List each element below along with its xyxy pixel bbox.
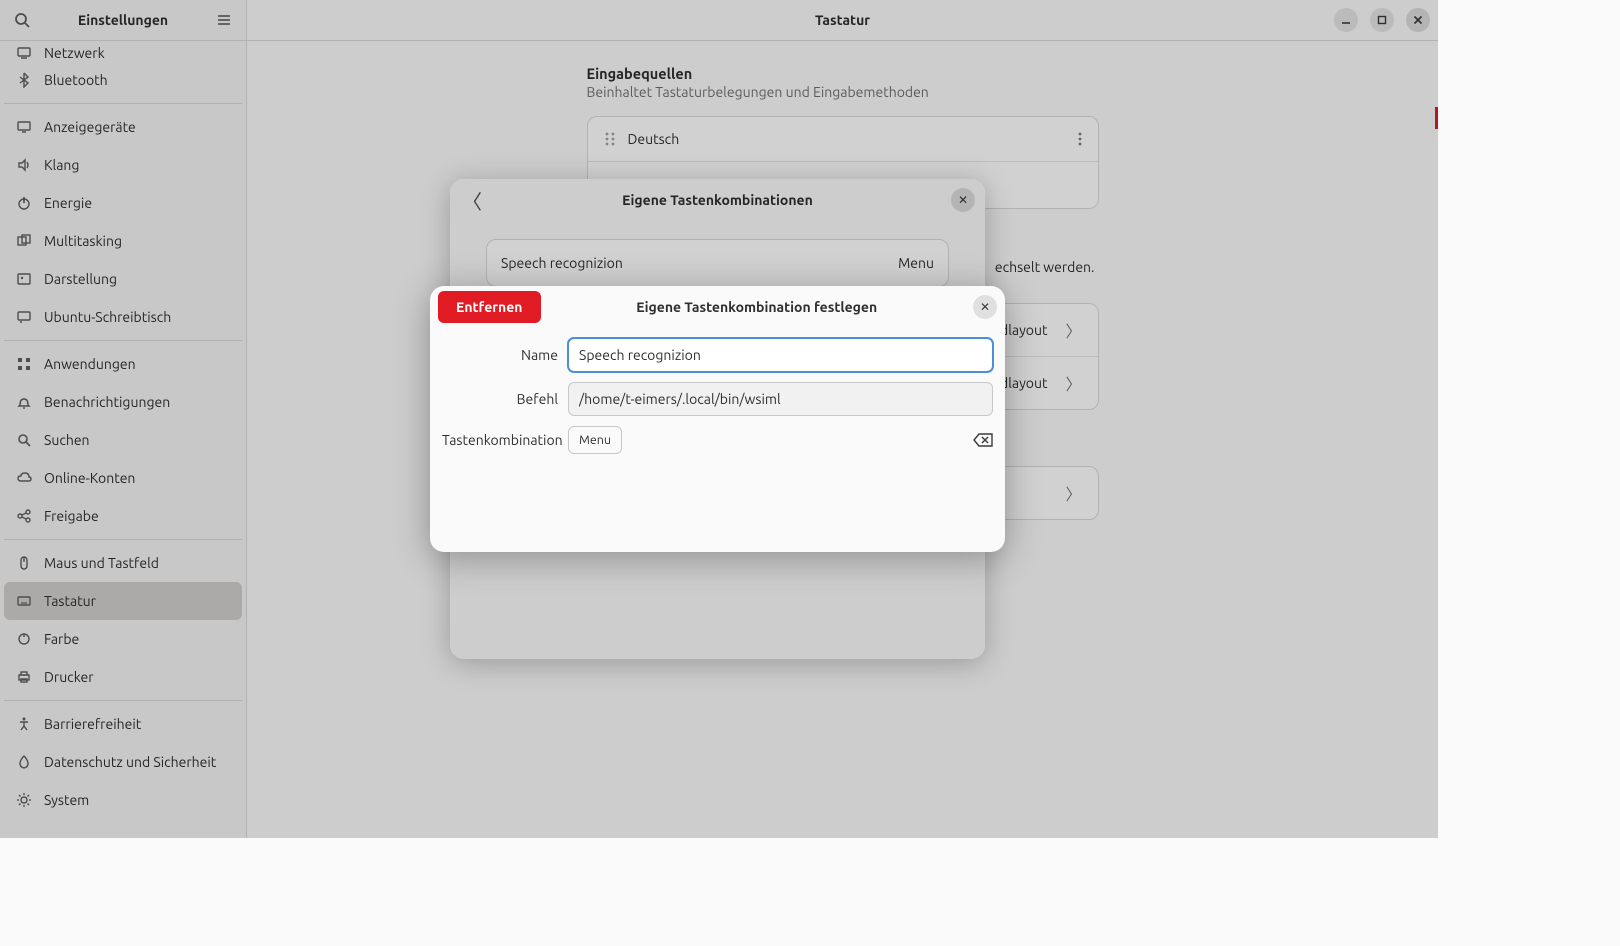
accelerator-label: Tastenkombination — [442, 432, 558, 448]
dialog-close-button[interactable]: ✕ — [973, 295, 997, 319]
dialog-title: Eigene Tastenkombination festlegen — [541, 299, 974, 315]
set-custom-shortcut-dialog: Entfernen Eigene Tastenkombination festl… — [430, 286, 1005, 552]
command-label: Befehl — [442, 391, 558, 407]
name-input[interactable] — [568, 338, 993, 372]
name-label: Name — [442, 347, 558, 363]
accelerator-chip[interactable]: Menu — [568, 426, 622, 454]
clear-accelerator-button[interactable] — [973, 433, 993, 447]
command-input[interactable] — [568, 382, 993, 416]
remove-button[interactable]: Entfernen — [438, 291, 541, 323]
dialog-header: Entfernen Eigene Tastenkombination festl… — [430, 286, 1005, 328]
